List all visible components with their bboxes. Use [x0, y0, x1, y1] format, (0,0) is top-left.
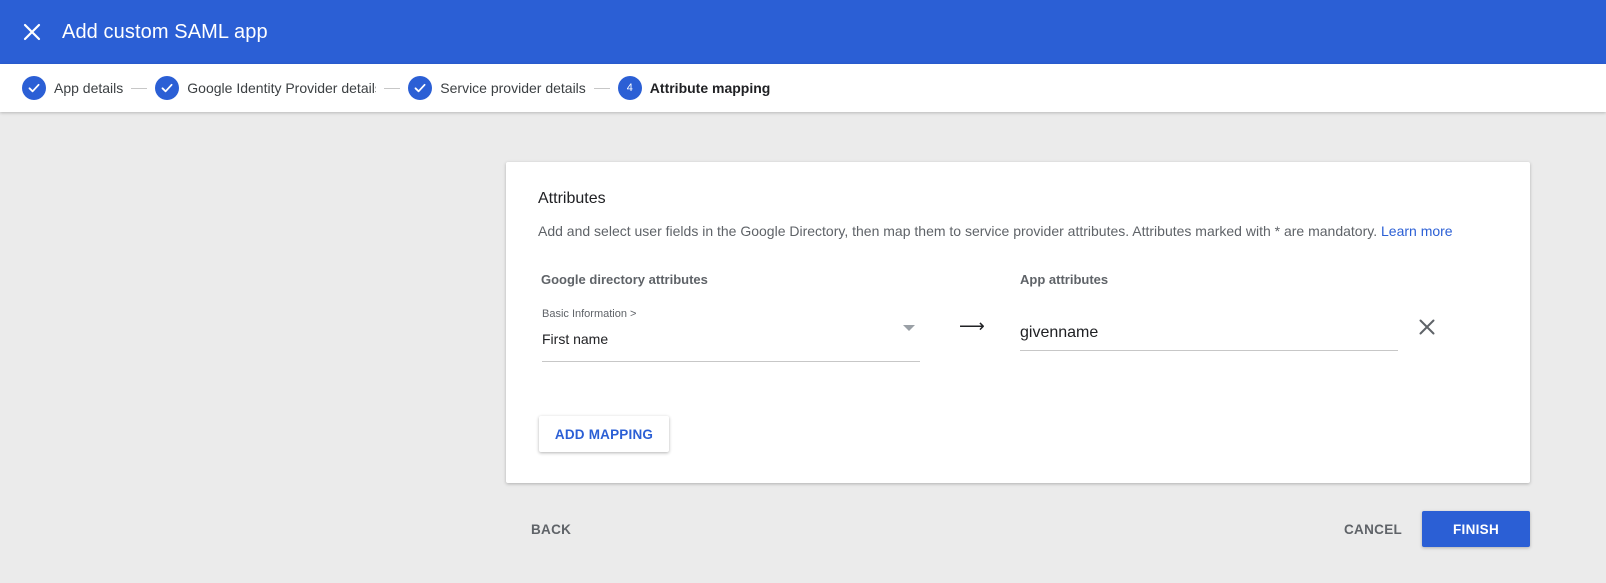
step-done-badge	[155, 76, 180, 100]
check-icon	[161, 83, 173, 93]
close-icon	[23, 23, 41, 41]
step-number-badge: 4	[617, 76, 642, 100]
close-icon	[1419, 319, 1435, 335]
step-google-idp-details[interactable]: Google Identity Provider details	[155, 76, 376, 100]
app-attribute-field[interactable]	[1020, 312, 1398, 351]
step-done-badge	[22, 76, 46, 100]
step-done-badge	[408, 76, 433, 100]
add-mapping-button[interactable]: ADD MAPPING	[539, 416, 669, 452]
step-separator	[384, 87, 401, 89]
step-separator	[131, 87, 148, 89]
description-text: Add and select user fields in the Google…	[538, 223, 1378, 239]
remove-mapping-button[interactable]	[1412, 312, 1442, 342]
step-label: Google Identity Provider details	[187, 80, 377, 96]
stepper: App details Google Identity Provider det…	[0, 64, 1606, 112]
cancel-button[interactable]: CANCEL	[1336, 511, 1410, 547]
directory-attributes-header: Google directory attributes	[541, 272, 708, 287]
close-button[interactable]	[0, 0, 64, 64]
step-attribute-mapping[interactable]: 4 Attribute mapping	[617, 76, 771, 100]
directory-attribute-select[interactable]: Basic Information > First name	[542, 304, 920, 362]
learn-more-link[interactable]: Learn more	[1381, 223, 1453, 239]
step-separator	[593, 87, 610, 89]
app-attributes-header: App attributes	[1020, 272, 1109, 287]
directory-category-label: Basic Information >	[542, 308, 637, 320]
step-label: Service provider details	[440, 80, 586, 96]
app-attribute-input[interactable]	[1020, 312, 1398, 342]
check-icon	[414, 83, 426, 93]
dropdown-caret-icon	[903, 325, 915, 331]
mapping-arrow-icon: ⟶	[959, 316, 985, 336]
step-app-details[interactable]: App details	[22, 76, 123, 100]
card-title: Attributes	[538, 190, 606, 207]
app-bar: Add custom SAML app	[0, 0, 1606, 64]
card-description: Add and select user fields in the Google…	[538, 223, 1453, 239]
step-label: Attribute mapping	[649, 80, 771, 96]
attributes-card: Attributes Add and select user fields in…	[506, 162, 1530, 483]
check-icon	[28, 83, 40, 93]
back-button[interactable]: BACK	[523, 511, 579, 547]
step-label: App details	[54, 80, 124, 96]
finish-button[interactable]: FINISH	[1422, 511, 1530, 547]
step-service-provider-details[interactable]: Service provider details	[408, 76, 586, 100]
page-title: Add custom SAML app	[62, 20, 268, 43]
directory-attribute-value: First name	[542, 331, 609, 347]
